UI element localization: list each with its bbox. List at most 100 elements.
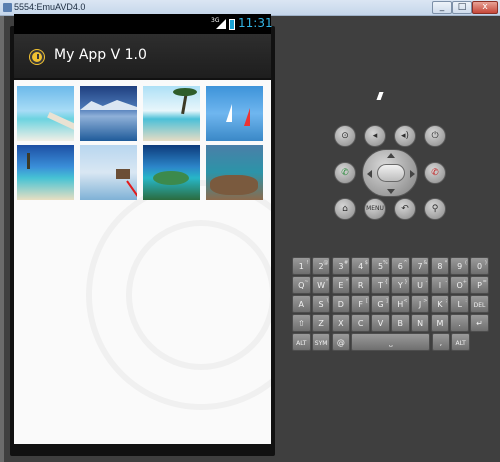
key-row3-7[interactable]: K;: [430, 295, 450, 313]
key-row4-2[interactable]: X: [331, 314, 351, 332]
key-row2-2[interactable]: E ": [331, 276, 351, 294]
hardware-keyboard: 1! 2 @3 #4 $5% 6 ^ 7 & 8 * 9(0) Q ~ W " E " R T{Y} U - I - O + P = A…: [292, 257, 489, 351]
key-row4-7[interactable]: M: [430, 314, 450, 332]
key-row4-0[interactable]: ⇧: [292, 314, 311, 332]
key-row1-7[interactable]: 8 *: [430, 257, 450, 275]
key-row4-8[interactable]: .: [450, 314, 469, 332]
call-icon[interactable]: ✆: [334, 162, 356, 184]
maximize-button[interactable]: □: [452, 1, 472, 14]
key-row5-3[interactable]: ⎵: [351, 333, 431, 351]
dpad-left-icon[interactable]: [367, 170, 372, 178]
key-row3-1[interactable]: S \: [311, 295, 331, 313]
key-row3-0[interactable]: A: [292, 295, 311, 313]
key-row3-5[interactable]: H <: [391, 295, 410, 313]
gallery-thumbnail[interactable]: [206, 86, 263, 141]
app-content: [14, 80, 271, 444]
menu-icon[interactable]: MENU: [364, 198, 386, 220]
key-row2-8[interactable]: O +: [450, 276, 469, 294]
gallery-thumbnail[interactable]: [17, 86, 74, 141]
key-row4-4[interactable]: V: [371, 314, 390, 332]
key-secondary-label: ": [345, 279, 349, 285]
key-row3-6[interactable]: J >: [410, 295, 430, 313]
app-title: My App V 1.0: [54, 47, 147, 63]
gallery-thumbnail[interactable]: [143, 86, 200, 141]
key-secondary-label: %: [383, 260, 388, 266]
dpad-center-button[interactable]: [377, 164, 405, 182]
android-status-bar: 3G 11:31: [14, 14, 273, 34]
action-bar: My App V 1.0: [14, 34, 271, 80]
key-row1-4[interactable]: 5%: [371, 257, 390, 275]
key-label: J: [418, 300, 422, 309]
close-button[interactable]: x: [472, 1, 498, 14]
key-row5-5[interactable]: ALT: [451, 333, 470, 351]
key-row2-4[interactable]: T{: [371, 276, 390, 294]
gallery-thumbnail[interactable]: [206, 145, 263, 200]
dpad-down-icon[interactable]: [387, 189, 395, 194]
gallery-thumbnail[interactable]: [143, 145, 200, 200]
sail-shape: [226, 104, 232, 122]
key-row2-7[interactable]: I-: [430, 276, 450, 294]
gallery-thumbnail[interactable]: [17, 145, 74, 200]
window-title: 5554:EmuAVD4.0: [14, 2, 86, 12]
key-row1-0[interactable]: 1!: [292, 257, 311, 275]
key-label: K: [437, 300, 443, 309]
key-label: I: [438, 281, 442, 290]
key-label: ALT: [455, 340, 466, 347]
key-row3-3[interactable]: F[: [351, 295, 370, 313]
palm-leaves-shape: [173, 88, 197, 96]
gallery-thumbnail[interactable]: [80, 86, 137, 141]
key-row2-3[interactable]: R: [351, 276, 370, 294]
key-row5-1[interactable]: SYM: [311, 333, 331, 351]
key-label: N: [417, 319, 424, 328]
key-row4-9[interactable]: ↵: [470, 314, 489, 332]
key-row3-8[interactable]: L:: [450, 295, 469, 313]
key-row1-8[interactable]: 9(: [450, 257, 469, 275]
key-row1-1[interactable]: 2 @: [311, 257, 331, 275]
key-label: F: [358, 300, 363, 309]
volume-down-icon[interactable]: ◂: [364, 125, 386, 147]
dpad-up-icon[interactable]: [387, 153, 395, 158]
dpad-right-icon[interactable]: [410, 170, 415, 178]
home-icon[interactable]: ⌂: [334, 198, 356, 220]
key-label: 4: [358, 262, 364, 271]
key-label: E: [338, 281, 344, 290]
key-row4-5[interactable]: B: [391, 314, 410, 332]
power-icon[interactable]: ⏻: [424, 125, 446, 147]
key-row1-6[interactable]: 7 &: [410, 257, 430, 275]
back-icon[interactable]: ↶: [394, 198, 416, 220]
dpad[interactable]: [362, 149, 418, 197]
minimize-button[interactable]: _: [432, 1, 452, 14]
key-row2-9[interactable]: P =: [470, 276, 489, 294]
key-label: Z: [318, 319, 324, 328]
key-row5-2[interactable]: @: [331, 333, 351, 351]
key-row4-6[interactable]: N: [410, 314, 430, 332]
camera-icon[interactable]: ⊙: [334, 125, 356, 147]
end-call-icon[interactable]: ✆: [424, 162, 446, 184]
key-row3-2[interactable]: D: [331, 295, 351, 313]
key-row2-5[interactable]: Y}: [391, 276, 410, 294]
key-label: .: [458, 319, 461, 328]
key-row2-6[interactable]: U-: [410, 276, 430, 294]
key-row5-0[interactable]: ALT: [292, 333, 311, 351]
key-row5-4[interactable]: ,: [431, 333, 451, 351]
key-row1-5[interactable]: 6 ^: [391, 257, 410, 275]
key-row2-0[interactable]: Q ~: [292, 276, 311, 294]
key-label: P: [477, 281, 482, 290]
battery-icon: [229, 19, 235, 30]
key-row1-9[interactable]: 0): [470, 257, 489, 275]
gallery-thumbnail[interactable]: [80, 145, 137, 200]
key-row4-3[interactable]: C: [351, 314, 370, 332]
key-row2-1[interactable]: W ": [311, 276, 331, 294]
signal-icon: [216, 19, 226, 29]
search-icon[interactable]: ⚲: [424, 198, 446, 220]
key-row3-4[interactable]: G]: [371, 295, 390, 313]
clock-icon[interactable]: [30, 50, 44, 64]
key-row4-1[interactable]: Z: [311, 314, 331, 332]
key-row1-3[interactable]: 4 $: [351, 257, 370, 275]
key-secondary-label: <: [403, 298, 408, 304]
key-secondary-label: ~: [304, 279, 309, 285]
key-row3-9[interactable]: DEL: [470, 295, 489, 313]
volume-up-icon[interactable]: ◂): [394, 125, 416, 147]
key-row1-2[interactable]: 3 #: [331, 257, 351, 275]
key-secondary-label: @: [323, 260, 329, 266]
